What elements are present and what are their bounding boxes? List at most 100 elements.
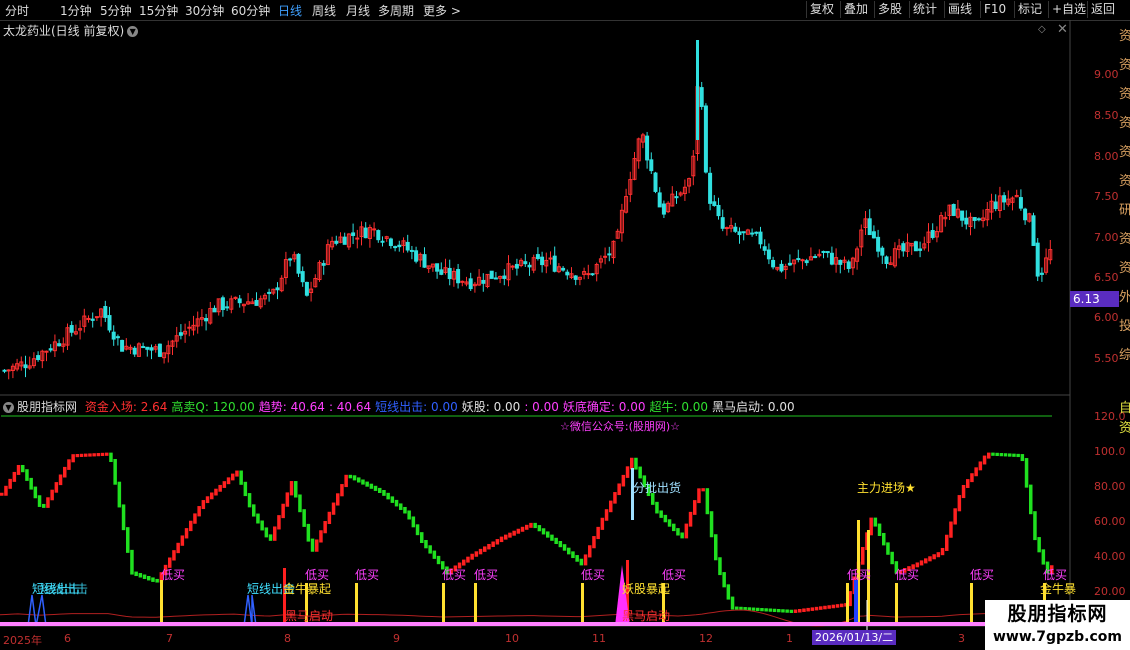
- oscillator-segment: [953, 508, 957, 525]
- oscillator-segment: [890, 551, 894, 565]
- oscillator-segment: [130, 549, 134, 575]
- oscillator-segment: [1041, 549, 1046, 565]
- oscillator-segment: [239, 470, 243, 485]
- candle-body: [1039, 272, 1044, 275]
- candle-body: [456, 269, 461, 284]
- oscillator-segment: [58, 474, 63, 486]
- oscillator-segment: [541, 528, 546, 535]
- candle-body: [649, 159, 654, 172]
- candle-body: [724, 227, 729, 230]
- oscillator-segment: [478, 548, 483, 555]
- candle-body: [552, 255, 557, 272]
- candle-body: [481, 279, 486, 284]
- oscillator-segment: [630, 457, 634, 470]
- candle-body: [489, 270, 494, 279]
- dark-horse-label: 黑马启动: [622, 609, 671, 623]
- candle-body: [447, 267, 452, 280]
- oscillator-segment: [390, 496, 395, 503]
- candle-body: [703, 105, 708, 173]
- low-buy-bar: [160, 580, 163, 626]
- oscillator-segment: [331, 502, 336, 515]
- low-buy-label: 低买: [474, 568, 499, 582]
- date-tick: 10: [505, 632, 519, 645]
- indicator-tick: 60.00: [1094, 515, 1126, 528]
- oscillator-segment: [680, 532, 684, 539]
- candle-body: [300, 271, 305, 283]
- candle-body: [435, 263, 440, 272]
- oscillator-segment: [588, 545, 592, 558]
- oscillator-segment: [214, 488, 218, 496]
- oscillator-segment: [310, 538, 315, 552]
- candle-body: [838, 259, 843, 265]
- oscillator-segment: [436, 555, 441, 565]
- candle-body: [342, 236, 347, 245]
- oscillator-segment: [315, 539, 319, 552]
- oscillator-segment: [966, 479, 970, 488]
- candle-body: [351, 232, 356, 236]
- oscillator-segment: [945, 534, 949, 551]
- candle-body: [178, 332, 183, 336]
- candle-body: [766, 249, 771, 260]
- indicator-name[interactable]: 股朋指标网: [17, 400, 77, 414]
- candle-body: [145, 346, 150, 350]
- oscillator-segment: [126, 527, 130, 553]
- oscillator-segment: [247, 493, 252, 508]
- oscillator-segment: [201, 500, 206, 510]
- oscillator-segment: [1016, 453, 1020, 458]
- oscillator-segment: [420, 532, 424, 543]
- candle-body: [397, 244, 402, 248]
- candle-body: [607, 253, 612, 256]
- candle-body: [880, 247, 885, 256]
- oscillator-segment: [369, 483, 374, 489]
- oscillator-segment: [184, 528, 189, 539]
- oscillator-segment: [634, 457, 638, 470]
- batch-sell-label: 分批出货: [633, 481, 682, 495]
- oscillator-segment: [25, 469, 29, 481]
- chevron-down-icon[interactable]: ▼: [3, 402, 14, 413]
- oscillator-segment: [12, 471, 17, 482]
- short-attack-label: 短线出击: [40, 582, 89, 596]
- candle-body: [1018, 197, 1023, 209]
- oscillator-segment: [411, 516, 416, 528]
- oscillator-segment: [747, 607, 752, 611]
- candle-body: [661, 203, 666, 215]
- candle-body: [376, 230, 381, 241]
- candle-body: [867, 218, 872, 236]
- indicator-field: 黑马启动: 0.00: [712, 400, 795, 414]
- oscillator-segment: [840, 603, 844, 608]
- price-tick: 6.50: [1094, 271, 1119, 284]
- oscillator-segment: [529, 522, 533, 528]
- oscillator-segment: [483, 546, 487, 552]
- candle-body: [23, 364, 28, 369]
- oscillator-segment: [957, 495, 962, 512]
- oscillator-segment: [378, 487, 382, 493]
- oscillator-segment: [705, 488, 710, 515]
- oscillator-segment: [336, 493, 340, 506]
- oscillator-segment: [550, 534, 554, 541]
- kline-chart-canvas[interactable]: [0, 0, 1130, 650]
- oscillator-segment: [672, 523, 676, 532]
- right-info-char: 投: [1119, 319, 1130, 334]
- candle-body: [876, 236, 881, 252]
- candle-body: [275, 287, 280, 291]
- oscillator-segment: [96, 453, 101, 457]
- low-buy-bar: [442, 583, 445, 626]
- oscillator-segment: [109, 452, 113, 462]
- candle-body: [951, 204, 956, 216]
- candle-body: [372, 228, 377, 231]
- candle-body: [225, 306, 230, 309]
- oscillator-segment: [697, 488, 701, 504]
- low-buy-bar: [474, 583, 477, 626]
- oscillator-segment: [231, 473, 235, 481]
- oscillator-segment: [932, 554, 936, 560]
- candle-body: [561, 267, 566, 271]
- candle-body: [741, 231, 746, 234]
- candle-body: [1002, 195, 1007, 203]
- watermark: 股朋指标网 www.7gpzb.com: [985, 600, 1130, 650]
- oscillator-segment: [100, 452, 105, 457]
- oscillator-segment: [306, 523, 311, 542]
- oscillator-segment: [302, 509, 306, 527]
- right-info-char: 资: [1119, 87, 1130, 102]
- right-info-char: 研: [1119, 203, 1130, 218]
- oscillator-segment: [344, 474, 348, 488]
